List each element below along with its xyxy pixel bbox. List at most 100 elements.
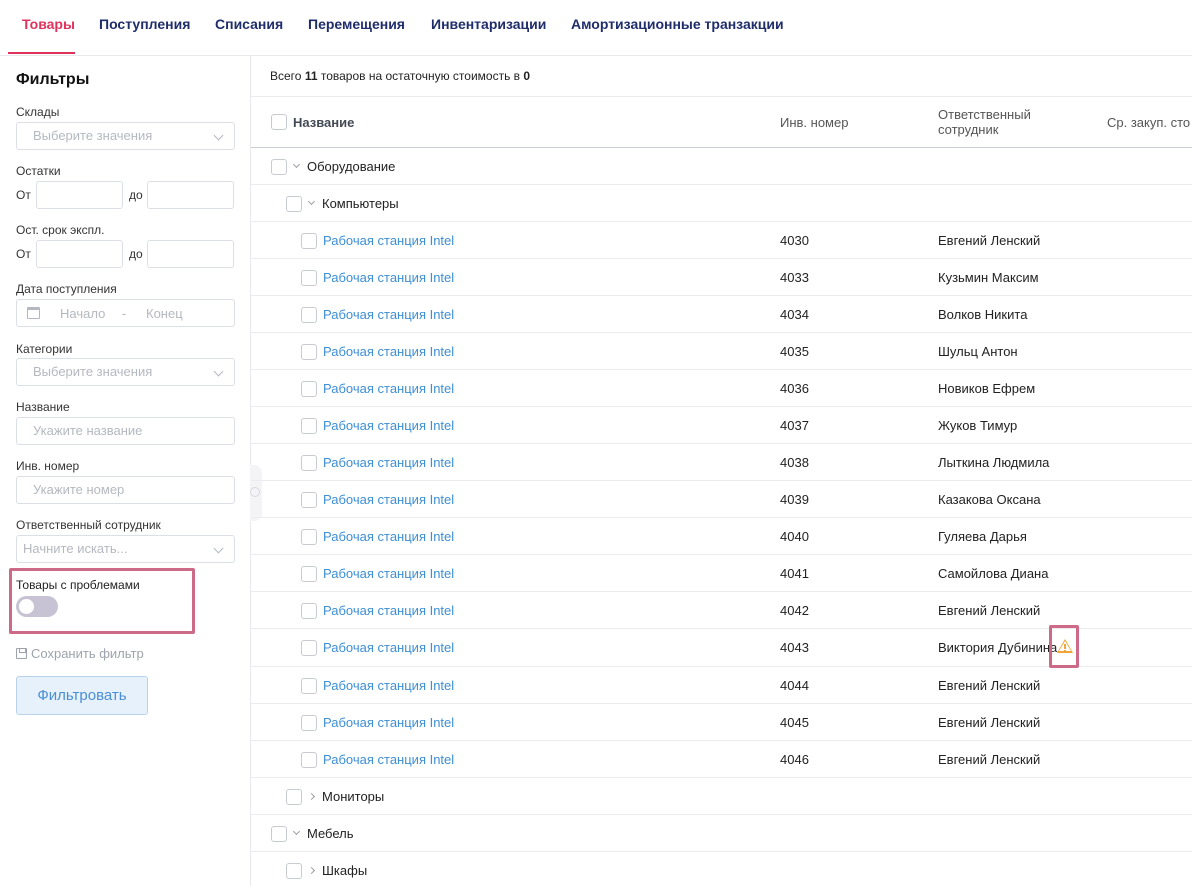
tab-receipts[interactable]: Поступления: [99, 16, 190, 32]
table-group-row[interactable]: Шкафы: [251, 852, 1192, 886]
row-checkbox[interactable]: [301, 418, 317, 434]
toggle-knob: [19, 599, 34, 614]
table-row[interactable]: Рабочая станция Intel 4036 Новиков Ефрем: [251, 370, 1192, 407]
table-row[interactable]: Рабочая станция Intel 4030 Евгений Ленский: [251, 222, 1192, 259]
item-responsible: Жуков Тимур: [938, 418, 1018, 433]
item-name-link[interactable]: Рабочая станция Intel: [323, 233, 454, 248]
item-name-link[interactable]: Рабочая станция Intel: [323, 344, 454, 359]
item-name-link[interactable]: Рабочая станция Intel: [323, 307, 454, 322]
problems-toggle[interactable]: [16, 596, 58, 617]
date-separator: -: [122, 306, 127, 321]
table-row[interactable]: Рабочая станция Intel 4040 Гуляева Дарья: [251, 518, 1192, 555]
item-responsible: Шульц Антон: [938, 344, 1018, 359]
table-row[interactable]: Рабочая станция Intel 4038 Лыткина Людмила: [251, 444, 1192, 481]
row-checkbox[interactable]: [286, 196, 302, 212]
row-checkbox[interactable]: [301, 678, 317, 694]
row-checkbox[interactable]: [301, 270, 317, 286]
row-checkbox[interactable]: [271, 159, 287, 175]
row-checkbox[interactable]: [301, 344, 317, 360]
table-row[interactable]: Рабочая станция Intel 4041 Самойлова Диана: [251, 555, 1192, 592]
item-name-link[interactable]: Рабочая станция Intel: [323, 678, 454, 693]
table-row[interactable]: Рабочая станция Intel 4046 Евгений Ленский: [251, 741, 1192, 778]
tab-transfers[interactable]: Перемещения: [308, 16, 405, 32]
chevron-right-icon[interactable]: [307, 866, 316, 875]
item-name-link[interactable]: Рабочая станция Intel: [323, 381, 454, 396]
save-filter-link[interactable]: Сохранить фильтр: [16, 646, 144, 661]
tab-depreciation[interactable]: Амортизационные транзакции: [571, 16, 784, 32]
item-name-link[interactable]: Рабочая станция Intel: [323, 715, 454, 730]
tab-write-offs[interactable]: Списания: [215, 16, 283, 32]
remains-from-input[interactable]: [36, 181, 123, 209]
table-group-row[interactable]: Компьютеры: [251, 185, 1192, 222]
row-checkbox[interactable]: [271, 826, 287, 842]
chevron-down-icon: [213, 366, 224, 377]
table-group-row[interactable]: Оборудование: [251, 148, 1192, 185]
item-responsible: Евгений Ленский: [938, 715, 1041, 730]
chevron-down-icon[interactable]: [292, 160, 301, 169]
chevron-down-icon: [213, 543, 224, 554]
table-group-row[interactable]: Мониторы: [251, 778, 1192, 815]
row-checkbox[interactable]: [301, 307, 317, 323]
table-row[interactable]: Рабочая станция Intel 4045 Евгений Ленский: [251, 704, 1192, 741]
row-checkbox[interactable]: [301, 752, 317, 768]
employee-select[interactable]: Начните искать...: [16, 535, 235, 563]
receipt-date-range[interactable]: Начало - Конец: [16, 299, 235, 327]
filter-button[interactable]: Фильтровать: [16, 676, 148, 715]
remains-to-input[interactable]: [147, 181, 234, 209]
table-group-row[interactable]: Мебель: [251, 815, 1192, 852]
table-row[interactable]: Рабочая станция Intel 4035 Шульц Антон: [251, 333, 1192, 370]
date-end: Конец: [146, 306, 183, 321]
col-cost-header[interactable]: Ср. закуп. сто: [1107, 115, 1190, 130]
tab-inventories[interactable]: Инвентаризации: [431, 16, 546, 32]
item-responsible: Самойлова Диана: [938, 566, 1049, 581]
inv-input[interactable]: Укажите номер: [16, 476, 235, 504]
categories-select[interactable]: Выберите значения: [16, 358, 235, 386]
item-name-link[interactable]: Рабочая станция Intel: [323, 270, 454, 285]
item-name-link[interactable]: Рабочая станция Intel: [323, 529, 454, 544]
item-inv-number: 4036: [780, 381, 809, 396]
tab-goods[interactable]: Товары: [22, 16, 75, 32]
chevron-down-icon[interactable]: [292, 827, 301, 836]
name-label: Название: [16, 400, 70, 414]
item-name-link[interactable]: Рабочая станция Intel: [323, 418, 454, 433]
table-row[interactable]: Рабочая станция Intel 4037 Жуков Тимур: [251, 407, 1192, 444]
col-name-header[interactable]: Название: [293, 115, 354, 130]
item-name-link[interactable]: Рабочая станция Intel: [323, 455, 454, 470]
warehouses-select[interactable]: Выберите значения: [16, 122, 235, 150]
item-inv-number: 4043: [780, 640, 809, 655]
item-inv-number: 4045: [780, 715, 809, 730]
name-input[interactable]: Укажите название: [16, 417, 235, 445]
row-checkbox[interactable]: [301, 492, 317, 508]
chevron-down-icon[interactable]: [307, 197, 316, 206]
row-checkbox[interactable]: [301, 715, 317, 731]
table-row[interactable]: Рабочая станция Intel 4042 Евгений Ленский: [251, 592, 1192, 629]
row-checkbox[interactable]: [301, 455, 317, 471]
item-name-link[interactable]: Рабочая станция Intel: [323, 752, 454, 767]
item-name-link[interactable]: Рабочая станция Intel: [323, 640, 454, 655]
row-checkbox[interactable]: [301, 381, 317, 397]
select-all-checkbox[interactable]: [271, 114, 287, 130]
row-checkbox[interactable]: [301, 233, 317, 249]
table-row[interactable]: Рабочая станция Intel 4033 Кузьмин Максим: [251, 259, 1192, 296]
col-resp-header[interactable]: Ответственный сотрудник: [938, 107, 1031, 137]
goods-table-area: Всего 11 товаров на остаточную стоимость…: [251, 56, 1192, 886]
table-row[interactable]: Рабочая станция Intel 4039 Казакова Оксана: [251, 481, 1192, 518]
row-checkbox[interactable]: [301, 640, 317, 656]
row-checkbox[interactable]: [286, 789, 302, 805]
table-row[interactable]: Рабочая станция Intel 4034 Волков Никита: [251, 296, 1192, 333]
chevron-right-icon[interactable]: [307, 792, 316, 801]
row-checkbox[interactable]: [301, 603, 317, 619]
row-checkbox[interactable]: [286, 863, 302, 879]
col-inv-header[interactable]: Инв. номер: [780, 115, 848, 130]
item-name-link[interactable]: Рабочая станция Intel: [323, 603, 454, 618]
row-checkbox[interactable]: [301, 566, 317, 582]
item-inv-number: 4046: [780, 752, 809, 767]
floppy-icon: [16, 648, 27, 659]
row-checkbox[interactable]: [301, 529, 317, 545]
group-equipment: Оборудование: [307, 159, 396, 174]
item-name-link[interactable]: Рабочая станция Intel: [323, 566, 454, 581]
table-row[interactable]: Рабочая станция Intel 4044 Евгений Ленский: [251, 667, 1192, 704]
life-from-input[interactable]: [36, 240, 123, 268]
item-name-link[interactable]: Рабочая станция Intel: [323, 492, 454, 507]
life-to-input[interactable]: [147, 240, 234, 268]
